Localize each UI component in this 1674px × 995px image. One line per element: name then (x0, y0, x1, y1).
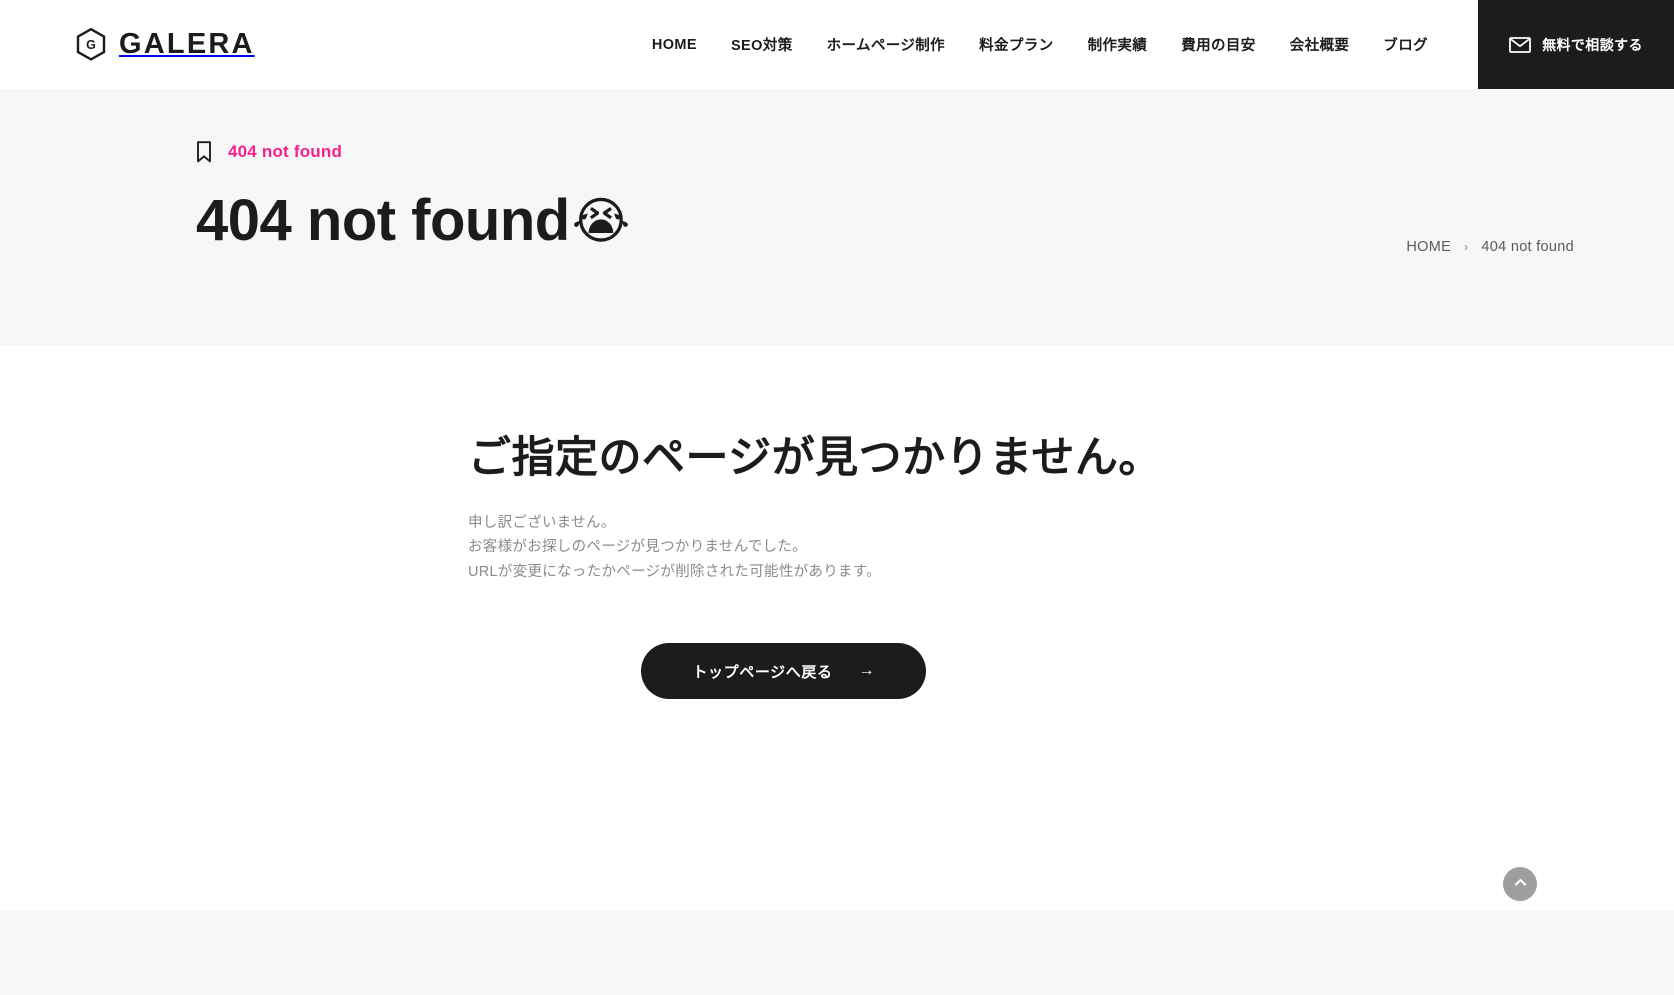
description-line-2: お客様がお探しのページが見つかりませんでした。 (468, 539, 807, 556)
description-line-3: URLが変更になったかページが削除された可能性があります。 (468, 563, 881, 580)
main-content-panel: ご指定のページが見つかりません。 申し訳ございません。 お客様がお探しのページが… (0, 345, 1505, 910)
scroll-to-top-button[interactable] (1503, 867, 1537, 901)
free-consultation-button[interactable]: 無料で相談する (1478, 0, 1674, 89)
hexagon-g-logo-icon: G (76, 27, 106, 61)
breadcrumb-current: 404 not found (1481, 239, 1574, 255)
footer-strip (0, 910, 1674, 995)
hero-section: 404 not found 404 not found 😭 HOME › 404… (0, 89, 1674, 345)
crying-face-emoji: 😭 (571, 192, 630, 249)
nav-item-pricing[interactable]: 料金プラン (977, 30, 1056, 59)
nav-item-seo[interactable]: SEO対策 (729, 30, 795, 59)
description-line-1: 申し訳ございません。 (468, 515, 616, 531)
page-title-text: 404 not found (196, 188, 570, 253)
back-to-top-page-label: トップページへ戻る (692, 663, 833, 681)
bookmark-icon (196, 141, 212, 163)
brand-name: GALERA (119, 28, 255, 60)
breadcrumb: HOME › 404 not found (1406, 239, 1574, 255)
nav-item-homepage[interactable]: ホームページ制作 (825, 30, 947, 59)
chevron-up-icon (1513, 875, 1528, 893)
page-root: G GALERA HOME SEO対策 ホームページ制作 料金プラン 制作実績 … (0, 0, 1674, 995)
nav-item-home[interactable]: HOME (650, 33, 699, 57)
back-to-top-page-button[interactable]: トップページへ戻る → (641, 643, 926, 699)
mail-envelope-icon (1509, 36, 1531, 53)
nav-item-works[interactable]: 制作実績 (1086, 30, 1150, 59)
site-header: G GALERA HOME SEO対策 ホームページ制作 料金プラン 制作実績 … (0, 0, 1674, 89)
page-category-text: 404 not found (228, 142, 343, 161)
brand-logo-link[interactable]: G GALERA (76, 27, 255, 61)
nav-item-blog[interactable]: ブログ (1381, 30, 1430, 59)
svg-text:G: G (86, 38, 96, 52)
breadcrumb-home[interactable]: HOME (1406, 239, 1451, 255)
page-title: 404 not found 😭 (196, 189, 630, 253)
primary-navigation: HOME SEO対策 ホームページ制作 料金プラン 制作実績 費用の目安 会社概… (650, 30, 1430, 59)
not-found-description: 申し訳ございません。 お客様がお探しのページが見つかりませんでした。 URLが変… (468, 511, 881, 584)
nav-item-company[interactable]: 会社概要 (1288, 30, 1352, 59)
page-category-label: 404 not found (196, 141, 342, 163)
not-found-heading: ご指定のページが見つかりません。 (468, 434, 1162, 482)
free-consultation-label: 無料で相談する (1542, 36, 1643, 53)
nav-item-cost-guide[interactable]: 費用の目安 (1179, 30, 1258, 59)
chevron-right-icon: › (1464, 240, 1469, 254)
arrow-right-icon: → (858, 662, 875, 679)
